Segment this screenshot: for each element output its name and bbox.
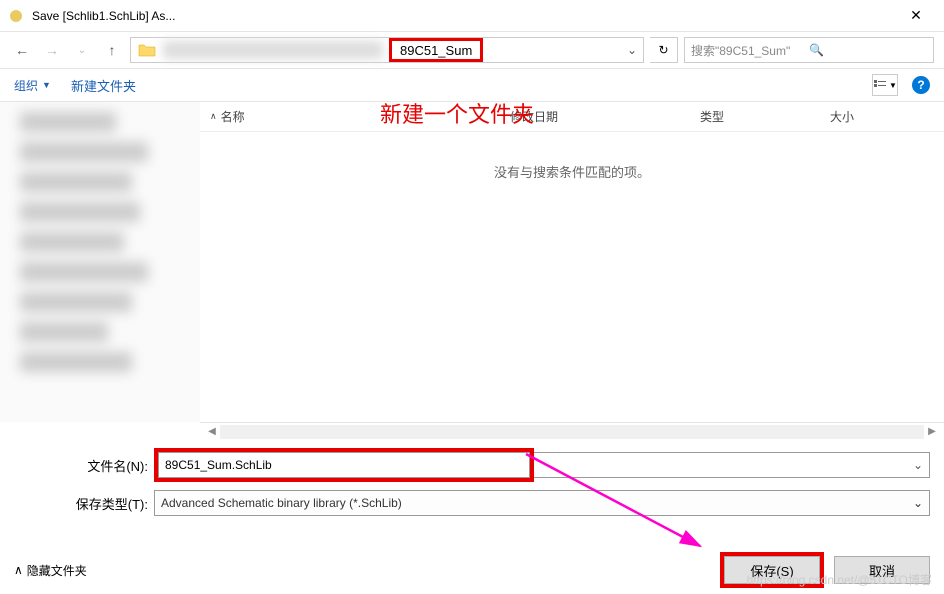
app-icon <box>8 8 24 24</box>
column-type[interactable]: 类型 <box>690 108 820 125</box>
annotation-text: 新建一个文件夹 <box>380 97 534 129</box>
filename-label: 文件名(N): <box>14 456 154 475</box>
forward-button: → <box>40 38 64 62</box>
back-button[interactable]: ← <box>10 38 34 62</box>
nav-sidebar[interactable] <box>0 102 200 422</box>
filetype-select[interactable]: Advanced Schematic binary library (*.Sch… <box>154 490 930 516</box>
column-size[interactable]: 大小 <box>820 108 880 125</box>
sort-indicator-icon: ∧ <box>210 111 217 122</box>
filename-input[interactable]: 89C51_Sum.SchLib <box>158 452 530 478</box>
filename-row: 文件名(N): 89C51_Sum.SchLib ⌄ <box>14 448 930 482</box>
chevron-down-icon: ▼ <box>42 80 51 90</box>
search-input[interactable]: 搜索"89C51_Sum" 🔍 <box>684 37 934 63</box>
path-dropdown[interactable]: ⌄ <box>623 43 643 57</box>
main-area: 新建一个文件夹 ∧ 名称 修改日期 类型 大小 没有与搜索条件匹配的项。 <box>0 102 944 422</box>
view-options-button[interactable]: ▼ <box>872 74 898 96</box>
chevron-down-icon[interactable]: ⌄ <box>913 496 923 510</box>
recent-dropdown[interactable]: ⌄ <box>70 38 94 62</box>
organize-button[interactable]: 组织 ▼ <box>14 77 51 94</box>
folder-icon <box>137 40 157 60</box>
scroll-left-icon[interactable]: ◀ <box>204 426 220 437</box>
file-list[interactable]: 新建一个文件夹 ∧ 名称 修改日期 类型 大小 没有与搜索条件匹配的项。 <box>200 102 944 422</box>
filetype-label: 保存类型(T): <box>14 494 154 513</box>
empty-message: 没有与搜索条件匹配的项。 <box>200 162 944 181</box>
window-title: Save [Schlib1.SchLib] As... <box>32 9 896 23</box>
column-headers: ∧ 名称 修改日期 类型 大小 <box>200 102 944 132</box>
up-button[interactable]: ↑ <box>100 38 124 62</box>
view-icon <box>873 79 887 91</box>
chevron-down-icon: ▼ <box>889 81 897 90</box>
close-button[interactable]: ✕ <box>896 7 936 24</box>
search-icon: 🔍 <box>809 43 927 57</box>
scroll-track[interactable] <box>220 425 924 439</box>
scroll-right-icon[interactable]: ▶ <box>924 426 940 437</box>
path-blurred <box>163 41 383 59</box>
refresh-button[interactable]: ↻ <box>650 37 678 63</box>
caret-up-icon: ∧ <box>14 563 23 577</box>
horizontal-scrollbar[interactable]: ◀ ▶ <box>200 422 944 440</box>
path-current-folder[interactable]: 89C51_Sum <box>389 38 483 62</box>
help-button[interactable]: ? <box>912 76 930 94</box>
filename-input-ext[interactable]: ⌄ <box>534 452 930 478</box>
save-form: 文件名(N): 89C51_Sum.SchLib ⌄ 保存类型(T): Adva… <box>0 440 944 528</box>
search-placeholder: 搜索"89C51_Sum" <box>691 42 809 59</box>
new-folder-button[interactable]: 新建文件夹 <box>71 76 136 95</box>
hide-folders-button[interactable]: ∧ 隐藏文件夹 <box>14 562 87 579</box>
watermark: https://blog.csdn.net/@51CTO博客 <box>747 571 932 588</box>
chevron-down-icon[interactable]: ⌄ <box>913 458 923 472</box>
navbar: ← → ⌄ ↑ 89C51_Sum ⌄ ↻ 搜索"89C51_Sum" 🔍 <box>0 32 944 68</box>
titlebar: Save [Schlib1.SchLib] As... ✕ <box>0 0 944 32</box>
filetype-row: 保存类型(T): Advanced Schematic binary libra… <box>14 490 930 516</box>
address-bar[interactable]: 89C51_Sum ⌄ <box>130 37 644 63</box>
